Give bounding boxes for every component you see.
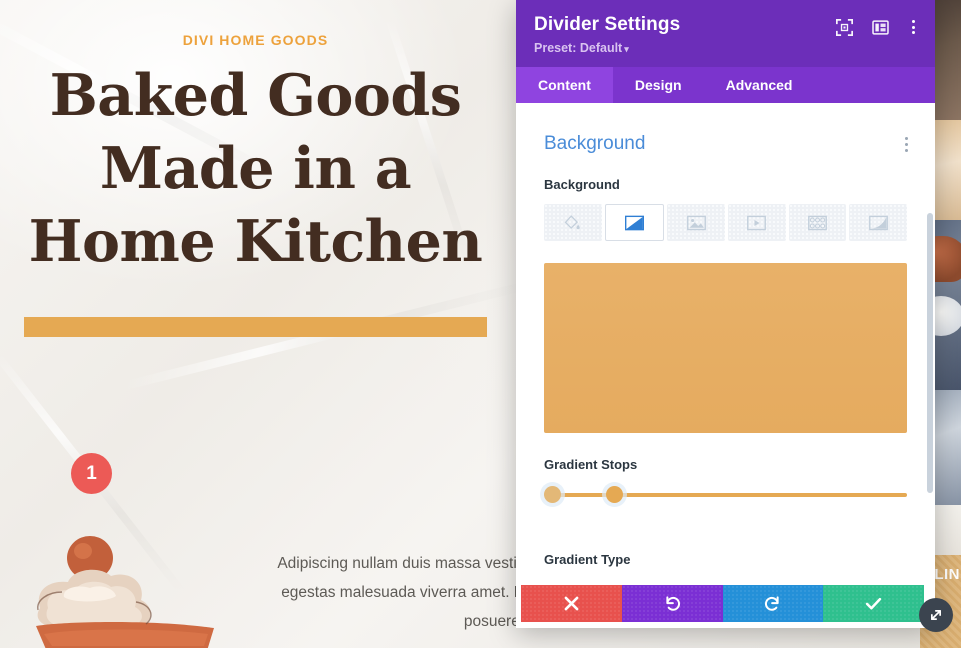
section-options-kebab-icon[interactable] xyxy=(900,134,913,155)
background-pattern-tab[interactable] xyxy=(788,204,847,241)
page-title-line-2: Made in a xyxy=(99,134,412,202)
preset-selector[interactable]: Preset: Default ▾ xyxy=(534,41,917,55)
mask-shape-icon xyxy=(868,215,888,230)
tab-content[interactable]: Content xyxy=(516,67,613,103)
image-icon xyxy=(686,215,706,230)
step-badge-1: 1 xyxy=(71,453,112,494)
tab-advanced[interactable]: Advanced xyxy=(704,67,815,103)
background-image-tab[interactable] xyxy=(667,204,726,241)
modal-scrollbar[interactable] xyxy=(927,213,933,493)
preset-label: Preset: Default xyxy=(534,41,623,55)
close-x-icon xyxy=(564,596,579,611)
kebab-menu-icon[interactable] xyxy=(908,18,919,36)
section-title: Background xyxy=(544,133,646,154)
gradient-stop-handle-2[interactable] xyxy=(605,486,623,503)
focus-target-icon[interactable] xyxy=(836,18,853,36)
page-title: Baked Goods Made in a Home Kitchen xyxy=(0,60,511,279)
gradient-preview-swatch[interactable] xyxy=(544,263,907,433)
gradient-stop-handle-1[interactable] xyxy=(544,486,561,503)
tab-design[interactable]: Design xyxy=(613,67,704,103)
redo-button[interactable] xyxy=(722,585,824,622)
page-eyebrow: DIVI HOME GOODS xyxy=(182,32,329,48)
background-mask-tab[interactable] xyxy=(849,204,908,241)
divider-module[interactable] xyxy=(24,317,487,337)
gradient-type-label: Gradient Type xyxy=(544,552,631,567)
chevron-down-icon: ▾ xyxy=(624,44,629,54)
background-video-tab[interactable] xyxy=(728,204,786,241)
screenshot-root: DIVI HOME GOODS Baked Goods Made in a Ho… xyxy=(0,0,961,648)
background-color-tab[interactable] xyxy=(544,204,602,241)
resize-handle[interactable] xyxy=(919,598,953,632)
cancel-button[interactable] xyxy=(521,585,622,622)
modal-header: Divider Settings Preset: Default ▾ xyxy=(516,0,935,67)
redo-arrow-icon xyxy=(765,596,780,611)
undo-arrow-icon xyxy=(665,596,680,611)
background-section-header: Background xyxy=(516,103,935,155)
undo-button[interactable] xyxy=(621,585,723,622)
diagonal-resize-arrows-icon xyxy=(931,610,941,620)
layout-panel-icon[interactable] xyxy=(872,19,889,36)
paint-bucket-icon xyxy=(564,215,581,230)
background-type-tabs xyxy=(544,204,908,241)
page-title-line-1: Baked Goods xyxy=(49,62,462,129)
modal-header-actions xyxy=(836,18,919,36)
pattern-grid-icon xyxy=(808,215,827,230)
gradient-icon xyxy=(625,215,644,230)
save-button[interactable] xyxy=(823,585,924,622)
background-field-label: Background xyxy=(544,177,620,192)
gradient-stops-track[interactable] xyxy=(544,493,907,497)
modal-action-bar xyxy=(521,585,924,622)
cupcake-illustration xyxy=(36,536,214,648)
modal-body: Background Background Gradient Stops Gra… xyxy=(516,103,935,628)
checkmark-icon xyxy=(865,597,882,610)
page-title-line-3: Home Kitchen xyxy=(28,207,483,275)
background-gradient-tab[interactable] xyxy=(604,204,665,241)
modal-tab-bar: Content Design Advanced xyxy=(516,67,935,103)
gradient-stops-label: Gradient Stops xyxy=(544,457,638,472)
video-play-icon xyxy=(747,215,767,230)
divider-settings-modal: Divider Settings Preset: Default ▾ Conte… xyxy=(516,0,935,628)
gradient-stops-slider[interactable] xyxy=(544,486,907,504)
